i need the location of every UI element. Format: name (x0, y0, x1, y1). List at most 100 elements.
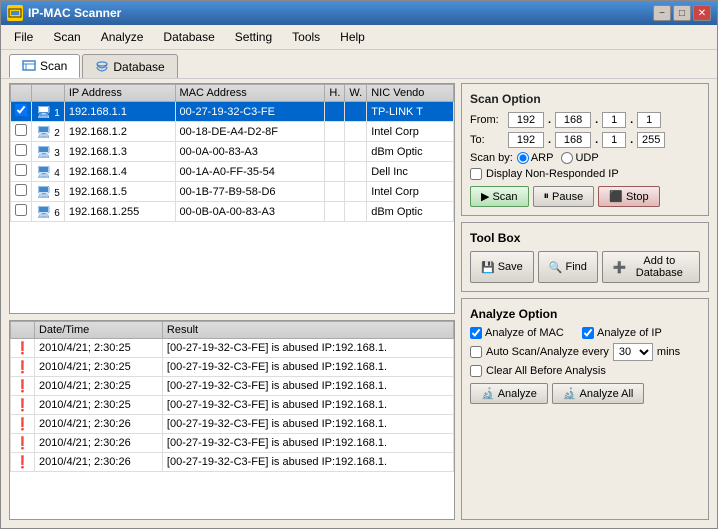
log-datetime: 2010/4/21; 2:30:25 (34, 339, 162, 358)
row-h (325, 142, 345, 162)
row-checkbox[interactable] (15, 164, 27, 176)
menu-tools[interactable]: Tools (283, 27, 329, 47)
scan-table-scroll[interactable]: IP Address MAC Address H. W. NIC Vendo 🖥… (10, 84, 454, 313)
row-mac: 00-0A-00-83-A3 (175, 142, 325, 162)
save-button[interactable]: 💾 Save (470, 251, 534, 283)
to-ip-1[interactable] (508, 132, 544, 148)
analyze-checkboxes: Analyze of MAC Analyze of IP (470, 327, 700, 339)
tab-scan-label: Scan (40, 59, 67, 73)
row-checkbox[interactable] (15, 124, 27, 136)
log-datetime: 2010/4/21; 2:30:25 (34, 377, 162, 396)
maximize-button[interactable]: □ (673, 5, 691, 21)
display-non-responded-checkbox[interactable] (470, 168, 482, 180)
log-result: [00-27-19-32-C3-FE] is abused IP:192.168… (162, 434, 453, 453)
log-row[interactable]: ❗ 2010/4/21; 2:30:25 [00-27-19-32-C3-FE]… (11, 339, 454, 358)
arp-label: ARP (531, 152, 554, 164)
analyze-all-icon: 🔬 (563, 387, 577, 400)
analyze-mac-checkbox[interactable] (470, 327, 482, 339)
alert-icon: ❗ (15, 455, 30, 469)
to-ip-2[interactable] (555, 132, 591, 148)
auto-scan-interval[interactable]: 30 60 120 (613, 343, 653, 361)
analyze-mac-item: Analyze of MAC (470, 327, 578, 339)
stop-button[interactable]: ⬛ Stop (598, 186, 659, 207)
analyze-option-title: Analyze Option (470, 307, 700, 321)
auto-scan-checkbox[interactable] (470, 346, 482, 358)
row-checkbox[interactable] (15, 144, 27, 156)
toolbox-title: Tool Box (470, 231, 700, 245)
row-num: 2 (54, 128, 60, 139)
alert-icon: ❗ (15, 417, 30, 431)
scan-button[interactable]: ▶ Scan (470, 186, 529, 207)
log-row[interactable]: ❗ 2010/4/21; 2:30:25 [00-27-19-32-C3-FE]… (11, 377, 454, 396)
log-row[interactable]: ❗ 2010/4/21; 2:30:26 [00-27-19-32-C3-FE]… (11, 453, 454, 472)
arp-radio[interactable] (517, 152, 529, 164)
computer-icon: 🖥 (36, 145, 51, 159)
analyze-ip-checkbox[interactable] (582, 327, 594, 339)
menu-scan[interactable]: Scan (44, 27, 89, 47)
col-mac: MAC Address (175, 85, 325, 102)
menu-analyze[interactable]: Analyze (92, 27, 153, 47)
tab-scan[interactable]: Scan (9, 54, 80, 78)
table-row[interactable]: 🖥 2 192.168.1.2 00-18-DE-A4-D2-8F Intel … (11, 122, 454, 142)
from-ip-2[interactable] (555, 112, 591, 128)
log-table-scroll[interactable]: Date/Time Result ❗ 2010/4/21; 2:30:25 [0… (10, 321, 454, 519)
menu-file[interactable]: File (5, 27, 42, 47)
row-h (325, 122, 345, 142)
log-result: [00-27-19-32-C3-FE] is abused IP:192.168… (162, 415, 453, 434)
scan-option-box: Scan Option From: . . . To: (461, 83, 709, 216)
main-window: IP-MAC Scanner − □ ✕ File Scan Analyze D… (0, 0, 718, 529)
row-ip: 192.168.1.4 (64, 162, 175, 182)
from-ip-4[interactable] (637, 112, 661, 128)
to-ip-4[interactable] (637, 132, 665, 148)
row-nic: Dell Inc (367, 162, 454, 182)
scan-icon: ▶ (481, 190, 489, 203)
col-icon (32, 85, 65, 102)
analyze-all-button[interactable]: 🔬 Analyze All (552, 383, 645, 404)
row-ip: 192.168.1.1 (64, 102, 175, 122)
pause-button[interactable]: ⏸ Pause (533, 186, 595, 207)
table-row[interactable]: 🖥 6 192.168.1.255 00-0B-0A-00-83-A3 dBm … (11, 202, 454, 222)
menu-database[interactable]: Database (154, 27, 223, 47)
row-mac: 00-0B-0A-00-83-A3 (175, 202, 325, 222)
from-ip-3[interactable] (602, 112, 626, 128)
minimize-button[interactable]: − (653, 5, 671, 21)
display-non-responded-label: Display Non-Responded IP (486, 168, 619, 180)
from-label: From: (470, 114, 504, 126)
tab-database[interactable]: Database (82, 54, 177, 78)
to-ip-3[interactable] (602, 132, 626, 148)
add-to-database-button[interactable]: ➕ Add to Database (602, 251, 700, 283)
row-h (325, 162, 345, 182)
find-button[interactable]: 🔍 Find (538, 251, 598, 283)
row-ip: 192.168.1.255 (64, 202, 175, 222)
udp-radio[interactable] (561, 152, 573, 164)
alert-icon: ❗ (15, 341, 30, 355)
row-checkbox[interactable] (15, 104, 27, 116)
row-checkbox[interactable] (15, 184, 27, 196)
row-nic: dBm Optic (367, 202, 454, 222)
table-row[interactable]: 🖥 1 192.168.1.1 00-27-19-32-C3-FE TP-LIN… (11, 102, 454, 122)
to-row: To: . . . (470, 132, 700, 148)
analyze-button[interactable]: 🔬 Analyze (470, 383, 548, 404)
clear-before-analysis-checkbox[interactable] (470, 365, 482, 377)
log-row[interactable]: ❗ 2010/4/21; 2:30:26 [00-27-19-32-C3-FE]… (11, 415, 454, 434)
row-checkbox[interactable] (15, 204, 27, 216)
table-row[interactable]: 🖥 5 192.168.1.5 00-1B-77-B9-58-D6 Intel … (11, 182, 454, 202)
log-datetime: 2010/4/21; 2:30:26 (34, 453, 162, 472)
add-db-icon: ➕ (613, 261, 627, 274)
log-col-datetime: Date/Time (34, 322, 162, 339)
table-row[interactable]: 🖥 3 192.168.1.3 00-0A-00-83-A3 dBm Optic (11, 142, 454, 162)
log-row[interactable]: ❗ 2010/4/21; 2:30:25 [00-27-19-32-C3-FE]… (11, 358, 454, 377)
from-ip-1[interactable] (508, 112, 544, 128)
find-icon: 🔍 (549, 261, 563, 274)
row-num: 4 (54, 168, 60, 179)
menu-setting[interactable]: Setting (226, 27, 281, 47)
close-button[interactable]: ✕ (693, 5, 711, 21)
clear-before-analysis-label: Clear All Before Analysis (486, 365, 606, 377)
log-row[interactable]: ❗ 2010/4/21; 2:30:26 [00-27-19-32-C3-FE]… (11, 434, 454, 453)
analyze-icon: 🔬 (481, 387, 495, 400)
log-datetime: 2010/4/21; 2:30:25 (34, 396, 162, 415)
menu-help[interactable]: Help (331, 27, 374, 47)
scan-table: IP Address MAC Address H. W. NIC Vendo 🖥… (10, 84, 454, 222)
table-row[interactable]: 🖥 4 192.168.1.4 00-1A-A0-FF-35-54 Dell I… (11, 162, 454, 182)
log-row[interactable]: ❗ 2010/4/21; 2:30:25 [00-27-19-32-C3-FE]… (11, 396, 454, 415)
